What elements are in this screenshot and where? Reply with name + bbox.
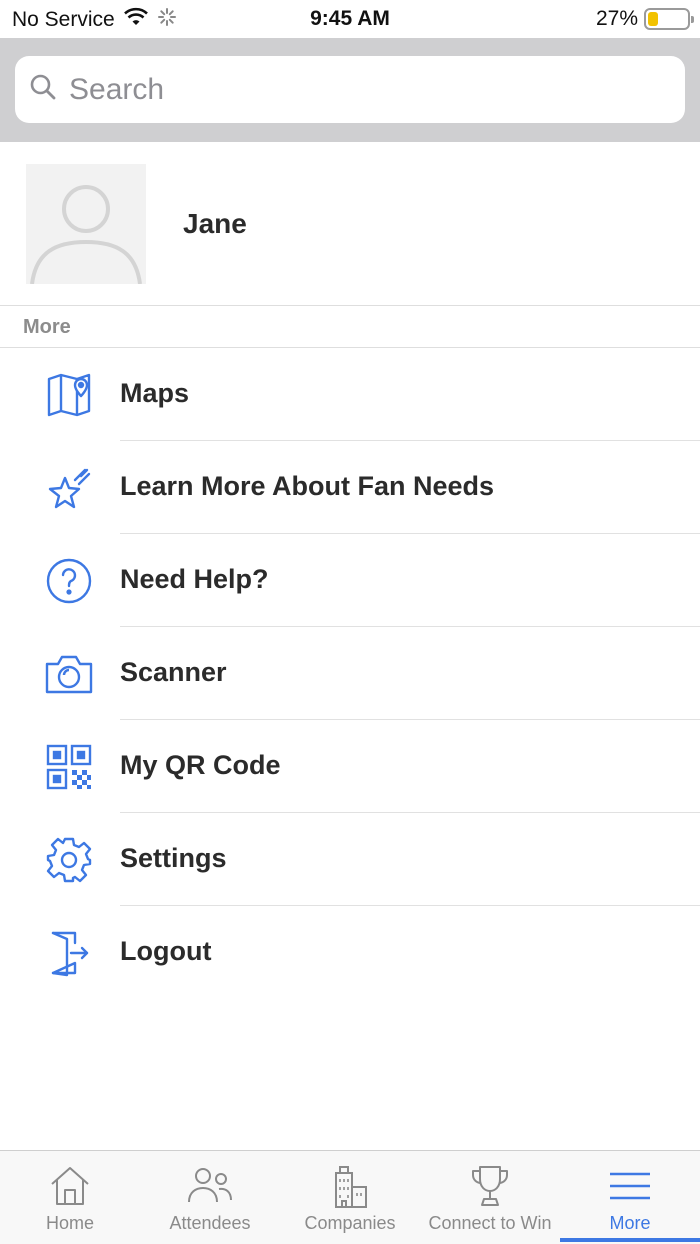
map-icon xyxy=(44,370,94,420)
gear-icon xyxy=(44,835,94,885)
trophy-icon xyxy=(465,1161,515,1211)
qr-code-icon xyxy=(44,742,94,792)
building-icon xyxy=(325,1161,375,1211)
section-header: More xyxy=(0,307,700,348)
tab-connect-to-win[interactable]: Connect to Win xyxy=(420,1151,560,1244)
search-bar-container xyxy=(0,38,700,142)
tab-more[interactable]: More xyxy=(560,1151,700,1244)
menu-item-maps[interactable]: Maps xyxy=(0,348,700,441)
search-input[interactable] xyxy=(69,72,629,107)
profile-row[interactable]: Jane xyxy=(0,142,700,306)
star-icon xyxy=(44,463,94,513)
menu-item-label: Learn More About Fan Needs xyxy=(120,471,495,501)
battery-percent: 27% xyxy=(595,7,638,30)
avatar-placeholder-icon xyxy=(30,185,142,284)
home-icon xyxy=(45,1161,95,1211)
menu-item-label: Maps xyxy=(120,378,190,408)
section-title: More xyxy=(23,316,71,338)
tab-label: Home xyxy=(45,1213,94,1233)
menu-item-label: Need Help? xyxy=(120,564,269,594)
menu-item-qr-code[interactable]: My QR Code xyxy=(0,720,700,813)
status-right: 27% xyxy=(595,7,694,31)
more-menu: Maps Learn More About Fan Needs Need Hel… xyxy=(0,348,700,999)
tab-label: Companies xyxy=(304,1213,396,1233)
menu-item-need-help[interactable]: Need Help? xyxy=(0,534,700,627)
menu-item-label: Settings xyxy=(120,843,227,873)
logout-icon xyxy=(44,928,94,978)
tab-companies[interactable]: Companies xyxy=(280,1151,420,1244)
battery-fill xyxy=(648,12,658,26)
menu-item-label: My QR Code xyxy=(120,750,281,780)
menu-item-label: Logout xyxy=(120,936,212,966)
avatar[interactable] xyxy=(26,164,146,284)
status-bar: No Service 9:45 AM 27% xyxy=(0,0,700,38)
menu-item-label: Scanner xyxy=(120,657,227,687)
battery-icon xyxy=(644,8,694,30)
menu-item-settings[interactable]: Settings xyxy=(0,813,700,906)
tab-home[interactable]: Home xyxy=(0,1151,140,1244)
tab-label: Attendees xyxy=(169,1213,251,1233)
people-icon xyxy=(185,1161,235,1211)
search-icon xyxy=(29,73,57,106)
menu-item-logout[interactable]: Logout xyxy=(0,906,700,999)
camera-icon xyxy=(44,649,94,699)
tab-bar: Home Attendees Companies Connect to Win … xyxy=(0,1150,700,1244)
help-icon xyxy=(44,556,94,606)
tab-attendees[interactable]: Attendees xyxy=(140,1151,280,1244)
menu-item-fan-needs[interactable]: Learn More About Fan Needs xyxy=(0,441,700,534)
menu-item-scanner[interactable]: Scanner xyxy=(0,627,700,720)
tab-label: More xyxy=(609,1213,651,1233)
profile-name: Jane xyxy=(183,208,247,239)
tab-label: Connect to Win xyxy=(428,1213,552,1233)
menu-icon xyxy=(605,1161,655,1211)
search-box[interactable] xyxy=(15,56,685,123)
